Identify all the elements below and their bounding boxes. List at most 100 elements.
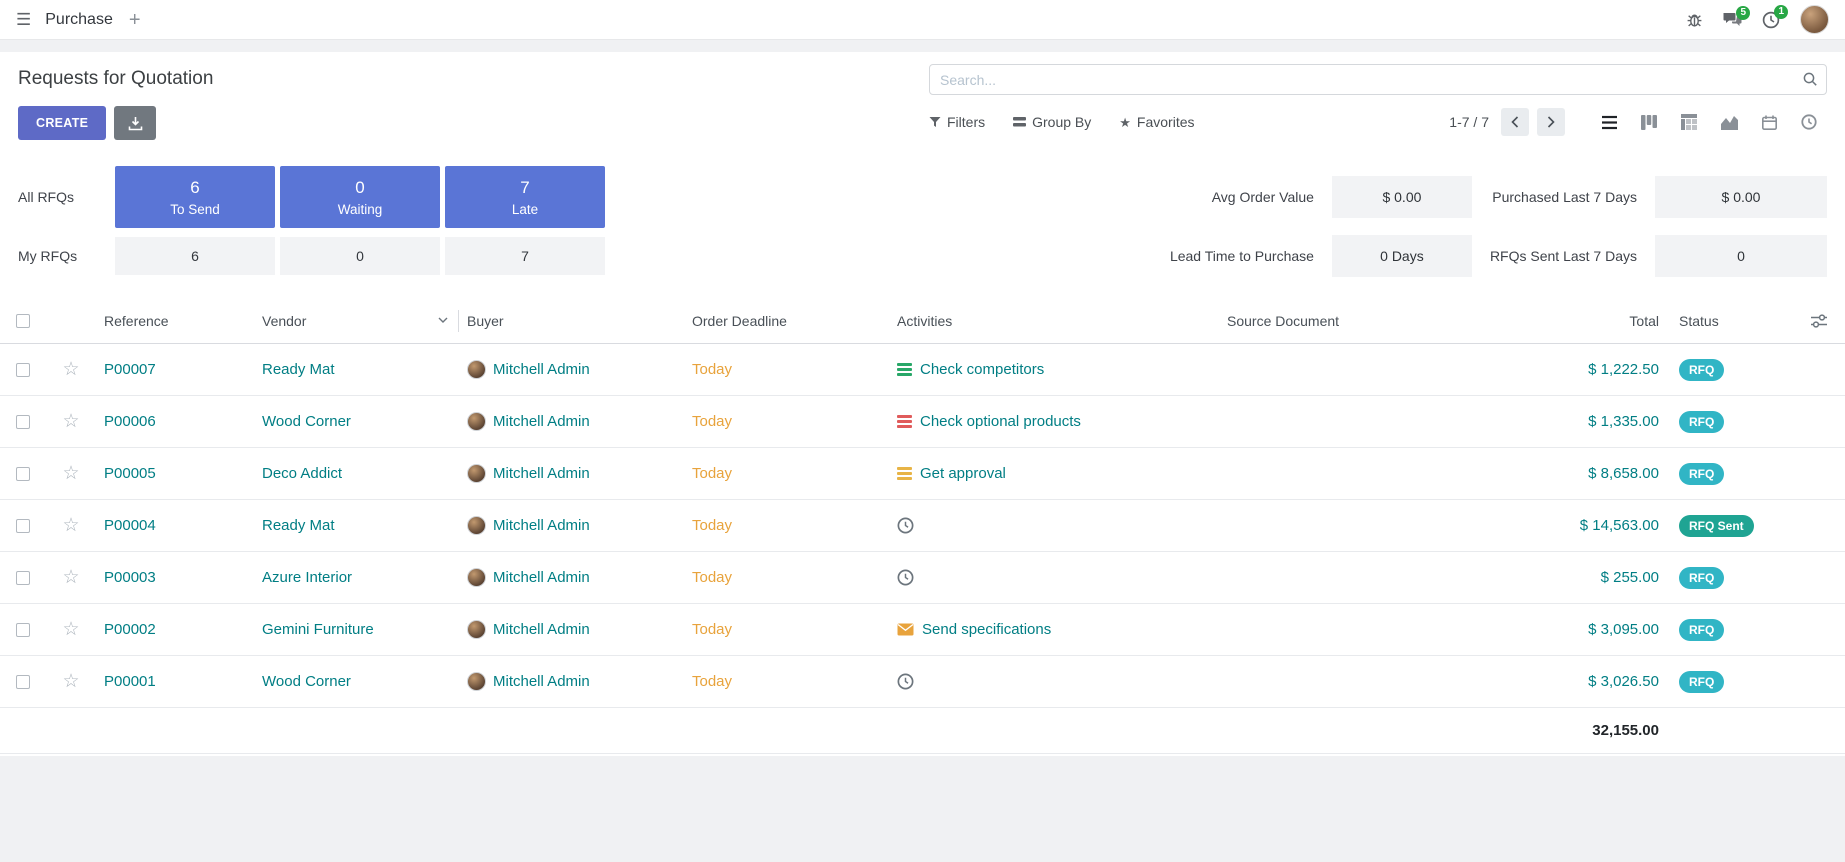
vendor-link[interactable]: Wood Corner [254,673,459,690]
activity-cell[interactable]: Check competitors [889,361,1219,378]
vendor-link[interactable]: Azure Interior [254,569,459,586]
graph-view-button[interactable] [1711,107,1747,137]
favorites-button[interactable]: ★ Favorites [1119,114,1194,130]
tile-to-send[interactable]: 6 To Send [115,166,275,228]
debug-bug-icon[interactable] [1686,11,1703,28]
row-checkbox[interactable] [16,363,30,377]
create-button[interactable]: CREATE [18,106,106,140]
activity-clock-icon[interactable] [897,569,914,586]
favorite-star-icon[interactable]: ☆ [62,464,79,483]
activity-list-icon [897,466,912,481]
vendor-link[interactable]: Deco Addict [254,465,459,482]
column-header-vendor[interactable]: Vendor [254,310,459,332]
column-header-order-deadline[interactable]: Order Deadline [684,313,889,329]
tile-late[interactable]: 7 Late [445,166,605,228]
activity-view-button[interactable] [1791,107,1827,137]
my-late-count[interactable]: 7 [445,237,605,275]
column-header-total[interactable]: Total [1471,313,1671,329]
my-waiting-count[interactable]: 0 [280,237,440,275]
reference-link[interactable]: P00004 [96,517,254,534]
buyer-cell[interactable]: Mitchell Admin [459,672,684,691]
kanban-view-button[interactable] [1631,107,1667,137]
row-checkbox[interactable] [16,519,30,533]
column-header-reference[interactable]: Reference [96,313,254,329]
table-row[interactable]: ☆ P00005 Deco Addict Mitchell Admin Toda… [0,448,1845,500]
chevron-left-icon [1511,116,1519,128]
user-avatar[interactable] [1800,5,1829,34]
buyer-cell[interactable]: Mitchell Admin [459,412,684,431]
my-to-send-count[interactable]: 6 [115,237,275,275]
optional-columns-button[interactable] [1796,314,1841,328]
messages-icon[interactable]: 5 [1723,12,1742,28]
reference-link[interactable]: P00001 [96,673,254,690]
activity-cell[interactable] [889,569,1219,586]
plus-icon[interactable]: + [129,10,141,30]
favorite-star-icon[interactable]: ☆ [62,672,79,691]
app-name[interactable]: Purchase [45,11,113,29]
reference-link[interactable]: P00007 [96,361,254,378]
list-view-button[interactable] [1591,107,1627,137]
my-rfqs-label[interactable]: My RFQs [18,248,110,264]
search-input[interactable] [929,64,1827,95]
export-button[interactable] [114,106,156,140]
favorite-star-icon[interactable]: ☆ [62,412,79,431]
tile-waiting[interactable]: 0 Waiting [280,166,440,228]
reference-link[interactable]: P00003 [96,569,254,586]
vendor-link[interactable]: Ready Mat [254,517,459,534]
vendor-link[interactable]: Gemini Furniture [254,621,459,638]
column-header-activities[interactable]: Activities [889,313,1219,329]
total-cell: $ 1,222.50 [1471,361,1671,378]
row-checkbox[interactable] [16,675,30,689]
activity-label[interactable]: Check optional products [920,413,1081,430]
vendor-link[interactable]: Ready Mat [254,361,459,378]
reference-link[interactable]: P00006 [96,413,254,430]
row-checkbox[interactable] [16,571,30,585]
buyer-cell[interactable]: Mitchell Admin [459,464,684,483]
row-checkbox[interactable] [16,623,30,637]
activity-cell[interactable]: Send specifications [889,621,1219,638]
activity-cell[interactable] [889,517,1219,534]
column-header-buyer[interactable]: Buyer [459,313,684,329]
activity-clock-icon[interactable] [897,517,914,534]
search-box[interactable] [929,64,1827,95]
activity-label[interactable]: Send specifications [922,621,1051,638]
activities-clock-icon[interactable]: 1 [1762,11,1780,29]
table-row[interactable]: ☆ P00006 Wood Corner Mitchell Admin Toda… [0,396,1845,448]
activity-cell[interactable] [889,673,1219,690]
reference-link[interactable]: P00005 [96,465,254,482]
column-header-status[interactable]: Status [1671,313,1796,329]
activity-cell[interactable]: Get approval [889,465,1219,482]
table-row[interactable]: ☆ P00002 Gemini Furniture Mitchell Admin… [0,604,1845,656]
row-checkbox[interactable] [16,415,30,429]
vendor-link[interactable]: Wood Corner [254,413,459,430]
activity-label[interactable]: Get approval [920,465,1006,482]
calendar-view-button[interactable] [1751,107,1787,137]
buyer-cell[interactable]: Mitchell Admin [459,360,684,379]
buyer-cell[interactable]: Mitchell Admin [459,620,684,639]
table-row[interactable]: ☆ P00001 Wood Corner Mitchell Admin Toda… [0,656,1845,708]
activity-label[interactable]: Check competitors [920,361,1044,378]
group-by-button[interactable]: Group By [1013,114,1091,130]
all-rfqs-label[interactable]: All RFQs [18,189,110,205]
table-row[interactable]: ☆ P00004 Ready Mat Mitchell Admin Today … [0,500,1845,552]
buyer-cell[interactable]: Mitchell Admin [459,568,684,587]
select-all-checkbox[interactable] [16,314,30,328]
activity-clock-icon[interactable] [897,673,914,690]
favorite-star-icon[interactable]: ☆ [62,620,79,639]
activity-cell[interactable]: Check optional products [889,413,1219,430]
reference-link[interactable]: P00002 [96,621,254,638]
table-row[interactable]: ☆ P00007 Ready Mat Mitchell Admin Today … [0,344,1845,396]
row-checkbox[interactable] [16,467,30,481]
search-icon[interactable] [1802,71,1818,91]
column-header-source-document[interactable]: Source Document [1219,313,1471,329]
apps-menu-icon[interactable]: ☰ [16,10,31,30]
pager-next-button[interactable] [1537,108,1565,136]
favorite-star-icon[interactable]: ☆ [62,568,79,587]
pivot-view-button[interactable] [1671,107,1707,137]
favorite-star-icon[interactable]: ☆ [62,360,79,379]
buyer-cell[interactable]: Mitchell Admin [459,516,684,535]
favorite-star-icon[interactable]: ☆ [62,516,79,535]
pager-previous-button[interactable] [1501,108,1529,136]
filters-button[interactable]: Filters [929,114,985,130]
table-row[interactable]: ☆ P00003 Azure Interior Mitchell Admin T… [0,552,1845,604]
